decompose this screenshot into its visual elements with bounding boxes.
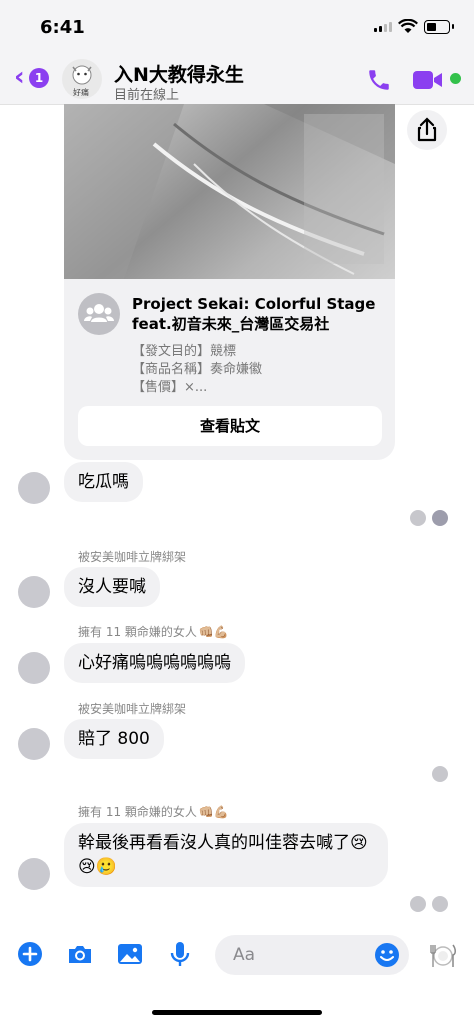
sender-avatar[interactable] — [18, 576, 50, 608]
reply-label: 擁有 11 顆命嫌的女人 — [78, 805, 197, 819]
message-bubble[interactable]: 吃瓜嗎 — [64, 462, 143, 502]
shared-post-title[interactable]: Project Sekai: Colorful Stage feat.初音未來_… — [132, 294, 382, 334]
read-receipt-avatar — [432, 510, 448, 526]
home-indicator — [152, 1010, 322, 1015]
crying-emoji: 😢 — [78, 857, 96, 877]
plus-icon[interactable] — [16, 940, 44, 968]
camera-icon[interactable] — [66, 940, 94, 968]
message-bubble[interactable]: 幹最後再看看沒人真的叫佳蓉去喊了😢😢🥲 — [64, 823, 388, 887]
read-receipt-avatar — [432, 896, 448, 912]
sender-avatar[interactable] — [18, 728, 50, 760]
presence-status: 目前在線上 — [114, 88, 180, 103]
shared-post-line: 【發文目的】競標 — [132, 344, 237, 359]
people-icon — [84, 304, 114, 322]
status-time: 6:41 — [40, 17, 85, 38]
share-button[interactable] — [407, 110, 447, 150]
group-icon — [78, 293, 120, 335]
read-receipt-avatar — [410, 896, 426, 912]
avatar-caption: 好痛 — [73, 88, 89, 97]
shared-post-line: 【商品名稱】奏命嫌徽 — [132, 362, 263, 377]
back-button[interactable]: ‹ — [14, 64, 25, 90]
emoji-icon[interactable] — [374, 942, 400, 968]
video-icon[interactable] — [412, 68, 444, 92]
reaction-emoji: 👊🏼💪🏼 — [198, 624, 229, 639]
shared-post-line: 【售價】×... — [132, 380, 208, 395]
message-text: 幹最後再看看沒人真的叫佳蓉去喊了 — [78, 833, 350, 853]
sender-avatar[interactable] — [18, 858, 50, 890]
post-photo — [64, 104, 395, 279]
share-icon — [417, 117, 437, 142]
conversation-title[interactable]: 入N大教得永生 — [114, 60, 244, 87]
sender-avatar[interactable] — [18, 472, 50, 504]
sender-avatar[interactable] — [18, 652, 50, 684]
unread-badge[interactable]: 1 — [29, 68, 49, 88]
read-receipt-avatar — [410, 510, 426, 526]
crying-emoji: 😢 — [350, 833, 368, 853]
shared-post-image[interactable] — [64, 104, 395, 279]
battery-icon — [424, 20, 454, 34]
reply-label: 擁有 11 顆命嫌的女人 — [78, 625, 197, 639]
reaction-emoji: 👊🏼💪🏼 — [198, 804, 229, 819]
message-input-placeholder: Aa — [233, 945, 256, 965]
reply-label: 被安美咖啡立牌綁架 — [78, 702, 187, 716]
group-avatar[interactable]: 好痛 — [62, 59, 102, 99]
image-icon[interactable] — [116, 940, 144, 968]
online-indicator — [450, 73, 461, 84]
read-receipt-avatar — [432, 766, 448, 782]
wifi-icon — [398, 19, 418, 33]
message-bubble[interactable]: 心好痛嗚嗚嗚嗚嗚嗚 — [64, 643, 245, 683]
message-bubble[interactable]: 沒人要喊 — [64, 567, 160, 607]
phone-icon[interactable] — [366, 67, 392, 93]
message-bubble[interactable]: 賠了 800 — [64, 719, 164, 759]
reply-label: 被安美咖啡立牌綁架 — [78, 550, 187, 564]
signal-icon — [374, 22, 392, 32]
reply-header: 擁有 11 顆命嫌的女人 👊🏼💪🏼 — [78, 803, 229, 820]
sticker-icon[interactable] — [428, 941, 456, 969]
microphone-icon[interactable] — [166, 940, 194, 968]
crying-emoji: 🥲 — [95, 857, 117, 877]
reply-header: 擁有 11 顆命嫌的女人 👊🏼💪🏼 — [78, 623, 229, 640]
view-post-button[interactable]: 查看貼文 — [78, 406, 382, 446]
